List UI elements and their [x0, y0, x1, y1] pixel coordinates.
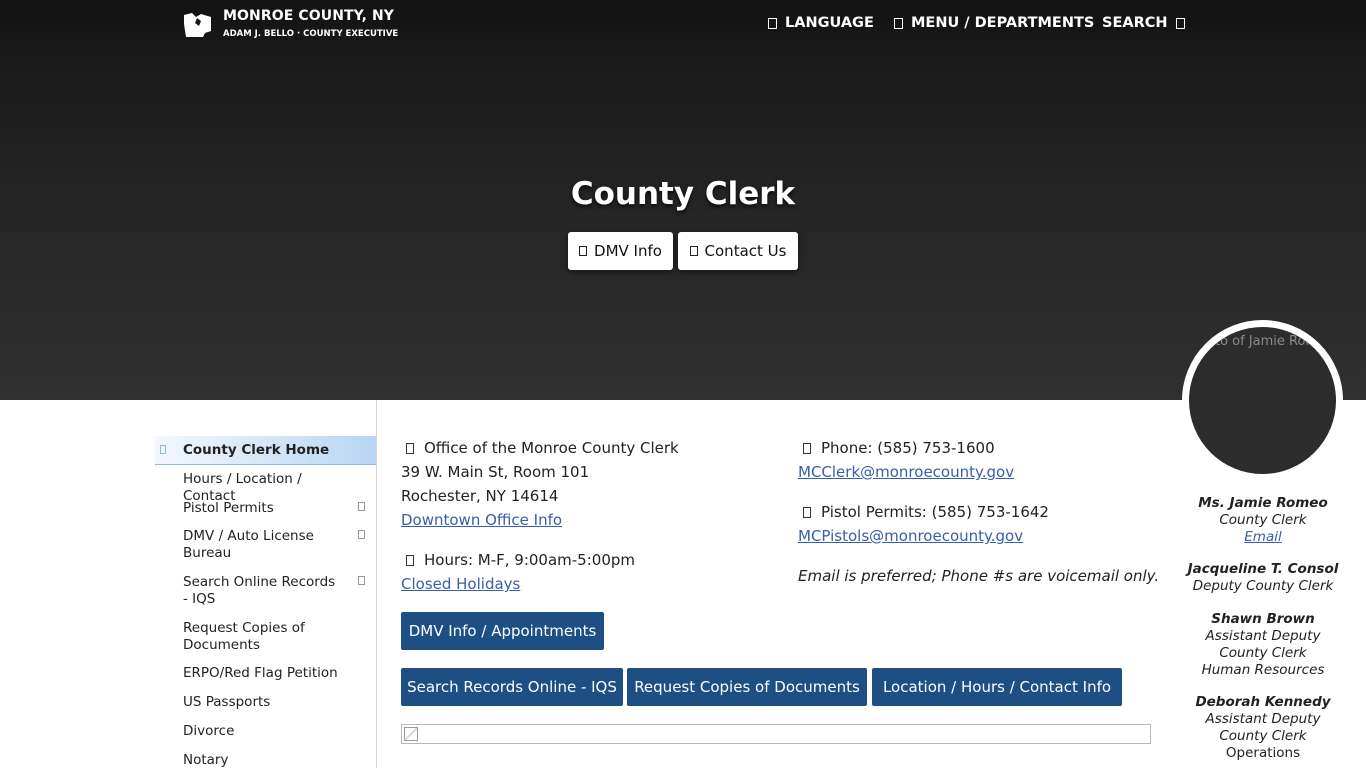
office-city: Rochester, NY 14614: [401, 487, 559, 505]
banner-image: [401, 724, 1151, 744]
car-icon: [579, 246, 588, 256]
hero-banner: MONROE COUNTY, NY ADAM J. BELLO · COUNTY…: [0, 0, 1366, 400]
staff-name: Shawn Brown: [1211, 611, 1315, 627]
dmv-appointments-button[interactable]: DMV Info / Appointments: [401, 612, 604, 650]
sidebar-item-label: Search Online Records - IQS: [183, 574, 336, 607]
sidebar-item-label: Notary: [183, 752, 229, 768]
sidebar-item-us-passports[interactable]: US Passports: [155, 694, 376, 714]
language-menu[interactable]: LANGUAGE: [768, 15, 874, 31]
office-address-block: Office of the Monroe County Clerk 39 W. …: [401, 436, 679, 596]
sidebar-item-erpo-red-flag[interactable]: ERPO/Red Flag Petition: [155, 665, 376, 685]
menu-departments-label: MENU / DEPARTMENTS: [911, 15, 1095, 31]
expand-icon[interactable]: [358, 530, 365, 539]
staff-department: Operations: [1225, 745, 1301, 761]
top-navigation-bar: MONROE COUNTY, NY ADAM J. BELLO · COUNTY…: [0, 0, 1366, 50]
search-label: SEARCH: [1102, 15, 1168, 31]
sidebar-item-label: DMV / Auto License Bureau: [183, 528, 314, 561]
closed-holidays-link[interactable]: Closed Holidays: [401, 575, 520, 593]
sidebar-item-divorce[interactable]: Divorce: [155, 723, 376, 743]
location-hours-contact-button[interactable]: Location / Hours / Contact Info: [872, 668, 1122, 706]
expand-icon[interactable]: [358, 576, 365, 585]
contact-us-button[interactable]: Contact Us: [678, 232, 798, 270]
brand-title[interactable]: MONROE COUNTY, NY: [223, 8, 394, 24]
globe-icon: [768, 17, 777, 29]
clock-icon: [406, 555, 414, 566]
pistol-email-link[interactable]: MCPistols@monroecounty.gov: [798, 527, 1023, 545]
sidebar-item-label: Divorce: [183, 723, 235, 739]
office-name: Office of the Monroe County Clerk: [424, 439, 679, 457]
staff-name: Jacqueline T. Consol: [1187, 561, 1339, 577]
staff-entry: Deborah Kennedy Assistant Deputy County …: [1176, 694, 1350, 762]
county-logo-icon[interactable]: [183, 12, 212, 38]
phone-icon: [803, 443, 811, 454]
expand-icon[interactable]: [358, 502, 365, 511]
staff-title: Assistant Deputy: [1205, 711, 1321, 727]
sidebar-item-label: Request Copies of Documents: [183, 620, 305, 653]
building-icon: [406, 443, 414, 454]
contact-note: Email is preferred; Phone #s are voicema…: [798, 567, 1160, 585]
current-page-icon: [160, 445, 166, 454]
downtown-office-link[interactable]: Downtown Office Info: [401, 511, 562, 529]
portrait-alt-text: Photo of Jamie Romeo: [1190, 334, 1335, 349]
staff-title: Assistant Deputy: [1205, 628, 1321, 644]
staff-entry: Shawn Brown Assistant Deputy County Cler…: [1176, 611, 1350, 679]
staff-email-link[interactable]: Email: [1244, 529, 1281, 545]
staff-title: County Clerk: [1219, 512, 1307, 528]
dmv-info-label: DMV Info: [594, 242, 662, 260]
clerk-email-link[interactable]: MCClerk@monroecounty.gov: [798, 463, 1014, 481]
language-label: LANGUAGE: [785, 15, 874, 31]
staff-name: Ms. Jamie Romeo: [1198, 495, 1328, 511]
search-button[interactable]: SEARCH: [1102, 15, 1185, 31]
staff-name: Deborah Kennedy: [1195, 694, 1331, 710]
sidebar-item-request-copies[interactable]: Request Copies of Documents: [155, 620, 376, 656]
page-title: County Clerk: [570, 176, 796, 212]
contact-us-label: Contact Us: [704, 242, 787, 260]
phone-number: Phone: (585) 753-1600: [821, 439, 995, 457]
search-records-button[interactable]: Search Records Online - IQS: [401, 668, 623, 706]
sidebar-item-label: Pistol Permits: [183, 500, 274, 516]
staff-entry: Ms. Jamie Romeo County Clerk Email: [1176, 495, 1350, 546]
sidebar-item-pistol-permits[interactable]: Pistol Permits: [155, 500, 376, 520]
request-copies-button[interactable]: Request Copies of Documents: [627, 668, 867, 706]
sidebar-item-label: ERPO/Red Flag Petition: [183, 665, 338, 681]
sidebar-item-search-online-records[interactable]: Search Online Records - IQS: [155, 574, 376, 610]
menu-icon: [894, 17, 903, 29]
search-icon: [1175, 17, 1185, 29]
sidebar-item-notary[interactable]: Notary: [155, 752, 376, 768]
contact-block: Phone: (585) 753-1600 MCClerk@monroecoun…: [798, 436, 1159, 588]
sidebar-item-county-clerk-home[interactable]: County Clerk Home: [155, 436, 376, 465]
phone-icon: [803, 507, 811, 518]
staff-title: County Clerk: [1219, 645, 1307, 661]
sidebar-item-label: County Clerk Home: [183, 442, 330, 458]
menu-departments[interactable]: MENU / DEPARTMENTS: [894, 15, 1094, 31]
pistol-permits-phone: Pistol Permits: (585) 753-1642: [821, 503, 1049, 521]
sidebar-item-hours-location-contact[interactable]: Hours / Location / Contact: [155, 471, 376, 504]
clerk-portrait: Photo of Jamie Romeo: [1182, 320, 1343, 481]
office-hours: Hours: M-F, 9:00am-5:00pm: [424, 551, 636, 569]
dmv-info-button[interactable]: DMV Info: [568, 232, 673, 270]
sidebar-nav: County Clerk Home Hours / Location / Con…: [155, 400, 377, 768]
staff-title: Deputy County Clerk: [1192, 578, 1334, 594]
staff-title: County Clerk: [1219, 728, 1307, 744]
envelope-icon: [689, 246, 698, 256]
brand-subtitle: ADAM J. BELLO · COUNTY EXECUTIVE: [223, 29, 399, 39]
sidebar-item-dmv[interactable]: DMV / Auto License Bureau: [155, 528, 376, 564]
sidebar-item-label: US Passports: [183, 694, 271, 710]
staff-department: Human Resources: [1201, 662, 1325, 678]
broken-image-icon: [404, 727, 418, 741]
staff-entry: Jacqueline T. Consol Deputy County Clerk: [1176, 561, 1350, 595]
office-street: 39 W. Main St, Room 101: [401, 463, 590, 481]
